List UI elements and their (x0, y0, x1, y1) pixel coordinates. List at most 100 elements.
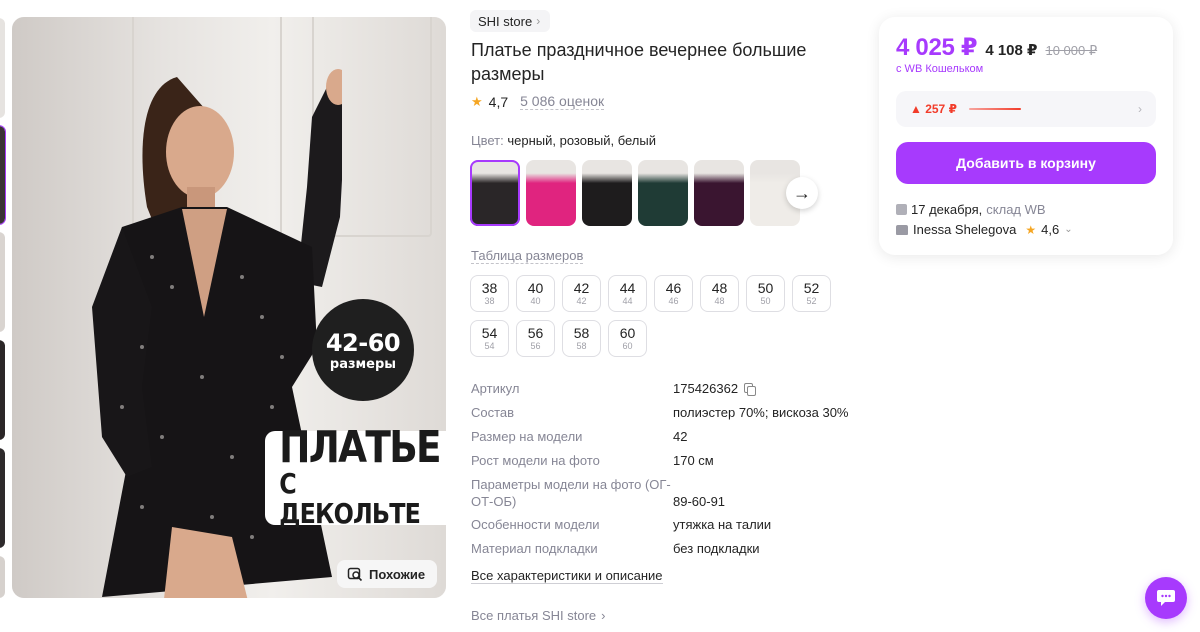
size-label: 54 (481, 324, 498, 341)
rating-block: ★ 4,7 5 086 оценок (471, 93, 605, 110)
all-dresses-link[interactable]: Все платья SHI store › (471, 608, 606, 623)
spec-row: Материал подкладки без подкладки (471, 540, 861, 564)
size-label: 56 (527, 324, 544, 341)
spec-key: Размер на модели (471, 428, 673, 445)
size-label: 50 (757, 279, 774, 296)
star-icon: ★ (1025, 222, 1037, 237)
chat-button[interactable] (1145, 577, 1187, 619)
spec-key: Состав (471, 404, 673, 421)
size-option[interactable]: 56 56 (516, 320, 555, 357)
reviews-link[interactable]: 5 086 оценок (520, 93, 605, 110)
similar-button[interactable]: Похожие (337, 560, 437, 588)
size-option[interactable]: 38 38 (470, 275, 509, 312)
seller-rating: 4,6 (1041, 222, 1060, 237)
spec-key: Особенности модели (471, 516, 673, 533)
color-info: Цвет: черный, розовый, белый (471, 133, 656, 148)
spec-key: Материал подкладки (471, 540, 673, 557)
size-label: 40 (527, 279, 544, 296)
color-value: черный, розовый, белый (507, 133, 656, 148)
size-label: 48 (711, 279, 728, 296)
size-ru-label: 46 (668, 295, 679, 306)
size-option[interactable]: 42 42 (562, 275, 601, 312)
copy-icon[interactable] (744, 383, 757, 396)
size-option[interactable]: 52 52 (792, 275, 831, 312)
size-label: 46 (665, 279, 682, 296)
size-option[interactable]: 58 58 (562, 320, 601, 357)
buy-card: 4 025 ₽ 4 108 ₽ 10 000 ₽ с WB Кошельком … (879, 17, 1173, 255)
price-original: 10 000 ₽ (1045, 43, 1098, 58)
spec-row: Состав полиэстер 70%; вискоза 30% (471, 404, 861, 428)
size-option[interactable]: 50 50 (746, 275, 785, 312)
spec-value-text: без подкладки (673, 541, 760, 556)
size-label: 38 (481, 279, 498, 296)
store-link[interactable]: SHI store › (470, 10, 551, 32)
color-swatch[interactable] (694, 160, 744, 226)
size-ru-label: 48 (714, 295, 725, 306)
spec-value: полиэстер 70%; вискоза 30% (673, 404, 849, 421)
spec-value: без подкладки (673, 540, 760, 557)
size-ru-label: 58 (576, 340, 587, 351)
wallet-note[interactable]: с WB Кошельком (896, 63, 983, 75)
size-option[interactable]: 44 44 (608, 275, 647, 312)
spec-value-text: утяжка на талии (673, 517, 772, 532)
size-selector: 38 38 40 40 42 42 44 44 46 46 48 48 50 50 52 52 54 54 56 56… (470, 275, 840, 357)
spec-row: Рост модели на фото 170 см (471, 452, 861, 476)
thumbnail[interactable] (0, 340, 5, 440)
delivery-info: 17 декабря, склад WB (896, 202, 1046, 217)
image-search-icon (347, 567, 363, 582)
seller-info[interactable]: Inessa Shelegova ★ 4,6 ⌄ (896, 222, 1073, 237)
spec-value: 170 см (673, 452, 714, 469)
size-option[interactable]: 40 40 (516, 275, 555, 312)
chevron-right-icon: › (601, 608, 606, 623)
size-ru-label: 42 (576, 295, 587, 306)
size-ru-label: 52 (806, 295, 817, 306)
all-dresses-label: Все платья SHI store (471, 608, 597, 623)
color-swatches (470, 160, 800, 226)
spec-value: 42 (673, 428, 687, 445)
promo-line-1: ПЛАТЬЕ (279, 422, 442, 473)
thumbnail[interactable] (0, 18, 5, 118)
size-ru-label: 38 (484, 295, 495, 306)
size-option[interactable]: 60 60 (608, 320, 647, 357)
color-swatch[interactable] (470, 160, 520, 226)
size-table-link[interactable]: Таблица размеров (471, 248, 584, 264)
spec-key: Артикул (471, 380, 673, 397)
specs-list: Артикул 175426362 Состав полиэстер 70%; вис… (471, 380, 861, 564)
thumbnail[interactable] (0, 556, 5, 598)
spec-value-text: 175426362 (673, 381, 739, 396)
size-option[interactable]: 54 54 (470, 320, 509, 357)
thumbnail-strip (0, 18, 6, 598)
all-specs-link[interactable]: Все характеристики и описание (471, 568, 663, 584)
color-swatch[interactable] (526, 160, 576, 226)
thumbnail[interactable] (0, 232, 5, 332)
color-swatch[interactable] (582, 160, 632, 226)
color-label: Цвет: (471, 133, 504, 148)
store-name: SHI store (478, 13, 533, 29)
price-current: 4 025 ₽ (896, 34, 978, 61)
price-history[interactable]: ▲ 257 ₽ › (896, 91, 1156, 127)
product-photo[interactable]: 42-60 размеры ПЛАТЬЕ С ДЕКОЛЬТЕ Похожие (12, 17, 446, 598)
spec-key-text: Особенности модели (471, 517, 600, 532)
price-change: ▲ 257 ₽ (910, 102, 957, 116)
shop-icon (896, 224, 908, 235)
size-ru-label: 56 (530, 340, 541, 351)
delivery-warehouse: склад WB (986, 202, 1046, 217)
size-option[interactable]: 46 46 (654, 275, 693, 312)
size-label: 58 (573, 324, 590, 341)
seller-name: Inessa Shelegova (913, 222, 1017, 237)
spec-row: Параметры модели на фото (ОГ-ОТ-ОБ) 89-60… (471, 476, 861, 516)
size-option[interactable]: 48 48 (700, 275, 739, 312)
thumbnail-active[interactable] (0, 125, 6, 225)
spec-key-text: Размер на модели (471, 429, 583, 444)
arrow-right-icon[interactable]: → (786, 177, 818, 209)
spec-key: Рост модели на фото (471, 452, 673, 469)
size-ru-label: 50 (760, 295, 771, 306)
add-to-cart-button[interactable]: Добавить в корзину (896, 142, 1156, 184)
promo-text-box: ПЛАТЬЕ С ДЕКОЛЬТЕ (265, 426, 446, 529)
spec-value: 175426362 (673, 380, 757, 397)
thumbnail[interactable] (0, 448, 5, 548)
size-ru-label: 44 (622, 295, 633, 306)
spec-value-text: 42 (673, 429, 688, 444)
color-swatch[interactable] (638, 160, 688, 226)
spec-value-text: 170 см (673, 453, 714, 468)
